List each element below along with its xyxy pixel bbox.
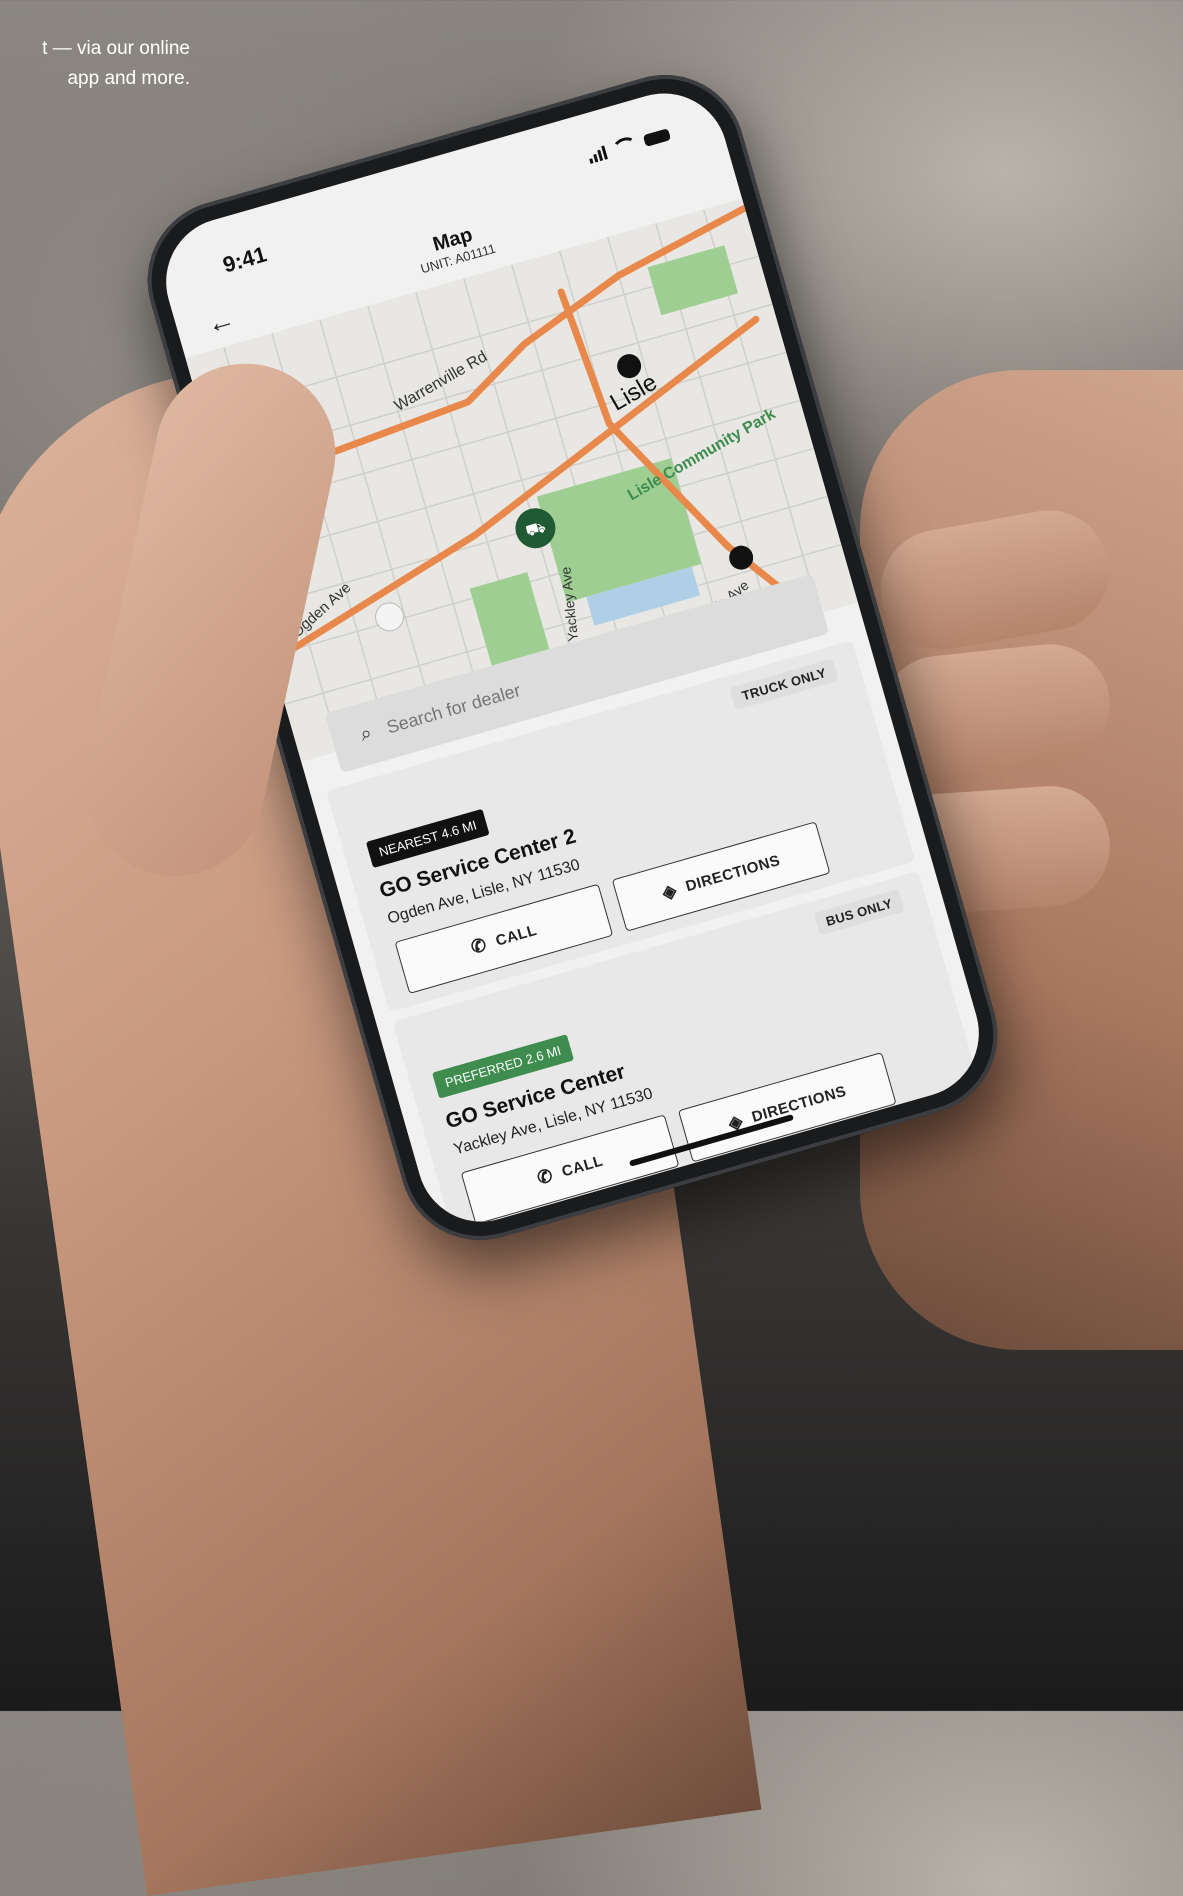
- directions-label: DIRECTIONS: [749, 1082, 849, 1126]
- status-icons: [586, 125, 672, 165]
- directions-label: DIRECTIONS: [683, 851, 783, 895]
- caption-line-1: t — via our online: [42, 38, 190, 59]
- call-label: CALL: [493, 921, 539, 950]
- service-type-tag: TRUCK ONLY: [729, 658, 839, 711]
- wifi-icon: [611, 134, 640, 159]
- service-type-tag: BUS ONLY: [813, 889, 905, 936]
- marketing-caption: t — via our online app and more.: [0, 34, 190, 94]
- directions-icon: ◈: [659, 879, 679, 903]
- search-icon: ⌕: [357, 721, 375, 746]
- call-label: CALL: [559, 1152, 605, 1180]
- signal-icon: [587, 145, 608, 164]
- caption-line-2: app and more.: [67, 68, 190, 89]
- phone-icon: ✆: [468, 933, 490, 958]
- status-time: 9:41: [219, 241, 270, 278]
- phone-icon: ✆: [534, 1164, 556, 1188]
- battery-icon: [642, 128, 672, 147]
